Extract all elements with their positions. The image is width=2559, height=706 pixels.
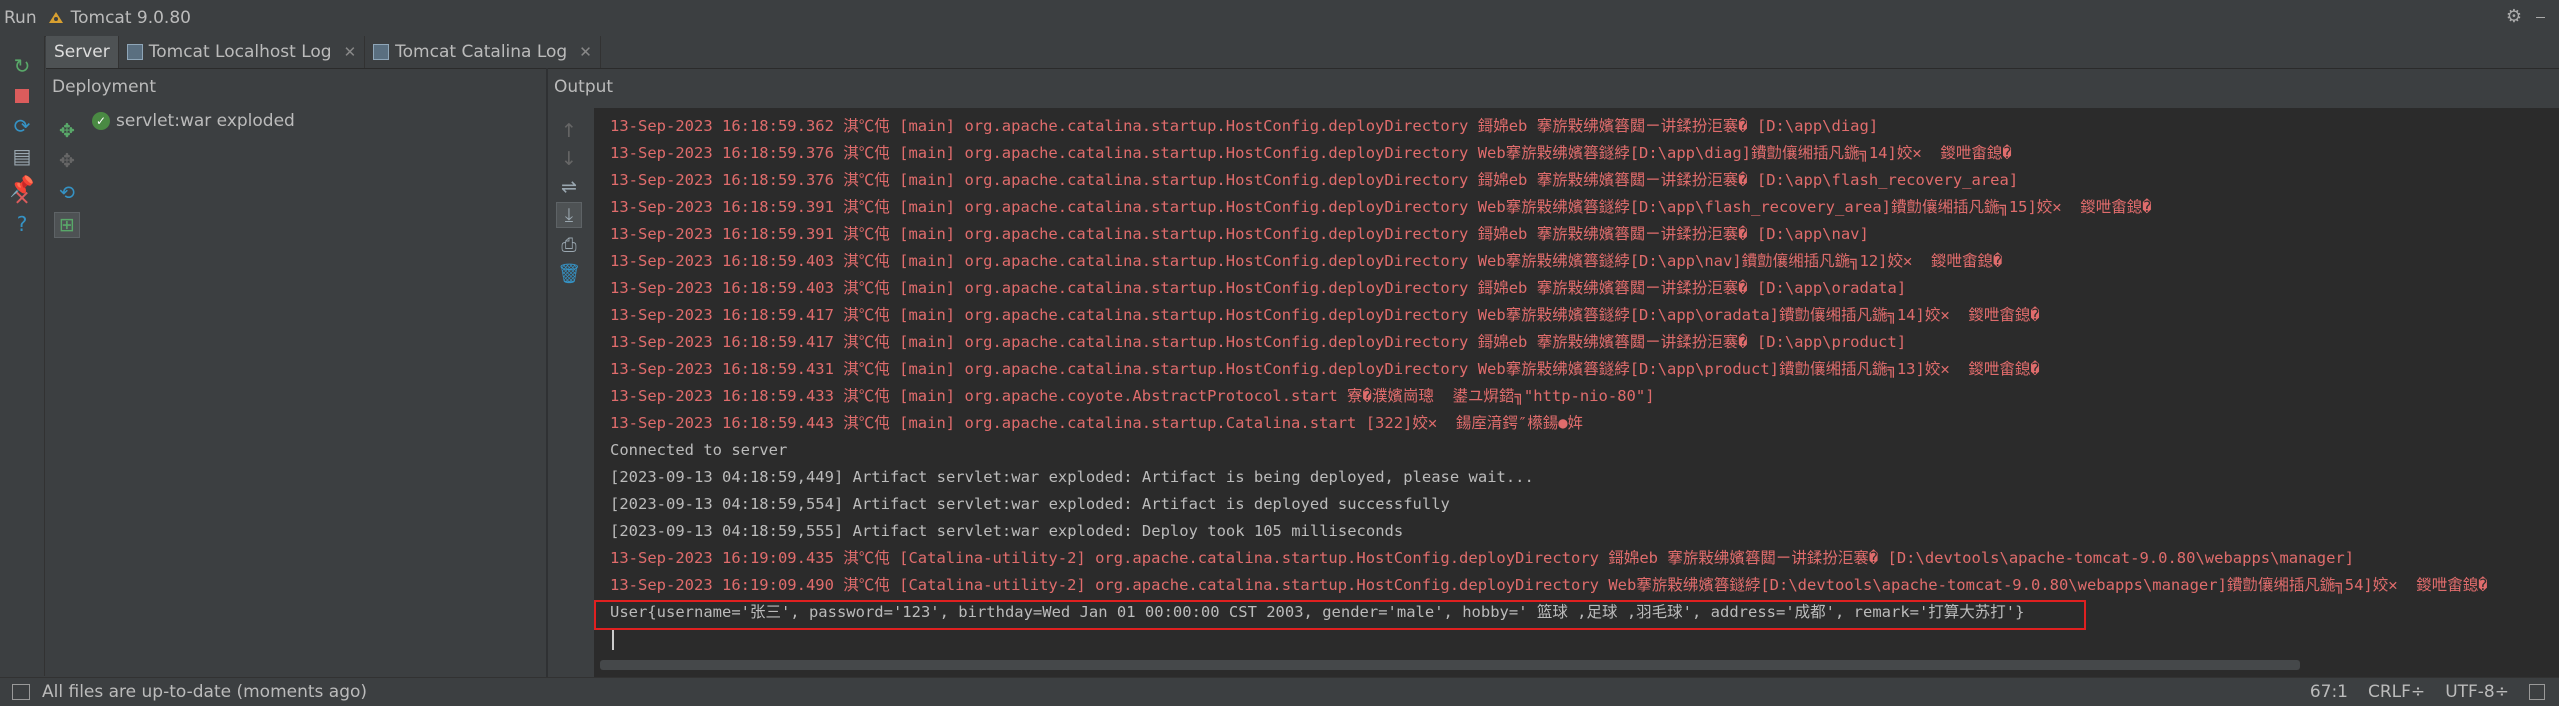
deployment-header: Deployment [46,72,546,102]
run-config-name[interactable]: Tomcat 9.0.80 [71,8,191,28]
line-separator[interactable]: CRLF÷ [2368,682,2425,702]
tab-tomcat-localhost-log[interactable]: Tomcat Localhost Log ✕ [119,36,366,68]
console-line: 13-Sep-2023 16:19:09.435 淇℃伅 [Catalina-u… [610,549,2355,567]
close-icon[interactable]: ✕ [579,43,592,61]
text-caret [612,630,614,650]
run-label: Run [4,8,37,28]
console-line: 13-Sep-2023 16:18:59.391 淇℃伅 [main] org.… [610,198,2152,216]
run-toolbar: Run Tomcat 9.0.80 ⚙ ⎯ [0,0,2559,37]
console-line: [2023-09-13 04:18:59,449] Artifact servl… [610,468,1534,486]
console-line: 13-Sep-2023 16:19:09.490 淇℃伅 [Catalina-u… [610,576,2488,594]
console-line: [2023-09-13 04:18:59,555] Artifact servl… [610,522,1404,540]
rerun-icon[interactable]: ↻ [10,54,34,78]
scroll-up-icon[interactable]: ↑ [556,118,582,144]
clear-all-icon[interactable]: 🗑 [556,260,582,286]
console-line: Connected to server [610,441,788,459]
tomcat-icon [47,9,65,27]
tab-label: Tomcat Catalina Log [395,42,568,62]
file-encoding[interactable]: UTF-8÷ [2445,682,2509,702]
deployment-item[interactable]: ✓ servlet:war exploded [92,111,546,131]
close-icon[interactable]: ✕ [344,43,357,61]
console-line: 13-Sep-2023 16:18:59.417 淇℃伅 [main] org.… [610,333,1907,351]
deploy-settings-icon[interactable]: ⊞ [54,212,80,238]
scroll-down-icon[interactable]: ↓ [556,146,582,172]
deploy-all-icon[interactable]: ✥ [54,118,80,144]
print-icon[interactable]: ⎙ [556,232,582,258]
log-file-icon [126,44,143,60]
deployment-list: ✓ servlet:war exploded [88,108,546,678]
console-line: 13-Sep-2023 16:18:59.403 淇℃伅 [main] org.… [610,279,1907,297]
output-toolbar: ↑ ↓ ⇌ ⤓ ⎙ 🗑 [548,108,592,678]
console-line: 13-Sep-2023 16:18:59.417 淇℃伅 [main] org.… [610,306,2040,324]
status-bar: All files are up-to-date (moments ago) 6… [0,677,2559,706]
update-app-icon[interactable]: ⟳ [10,114,34,138]
tab-tomcat-catalina-log[interactable]: Tomcat Catalina Log ✕ [365,36,601,68]
highlight-annotation [594,600,2086,630]
console-line: 13-Sep-2023 16:18:59.376 淇℃伅 [main] org.… [610,171,2019,189]
minimize-icon[interactable]: ⎯ [2536,6,2545,27]
console-line: [2023-09-13 04:18:59,554] Artifact servl… [610,495,1450,513]
console-line: 13-Sep-2023 16:18:59.376 淇℃伅 [main] org.… [610,144,2012,162]
console-line: 13-Sep-2023 16:18:59.433 淇℃伅 [main] org.… [610,387,1655,405]
run-tabs: Server Tomcat Localhost Log ✕ Tomcat Cat… [46,36,2559,69]
run-tool-strip: ↻ ⟳ ▤ 📌 ✕ ? [0,36,45,676]
tab-server[interactable]: Server [46,36,119,68]
check-circle-icon: ✓ [92,112,110,130]
console-line: 13-Sep-2023 16:18:59.403 淇℃伅 [main] org.… [610,252,2003,270]
console-lines: 13-Sep-2023 16:18:59.362 淇℃伅 [main] org.… [610,113,2559,626]
help-icon[interactable]: ? [10,212,34,236]
log-file-icon [373,44,390,60]
soft-wrap-icon[interactable]: ⇌ [556,174,582,200]
scroll-to-end-icon[interactable]: ⤓ [556,202,582,228]
deployment-toolbar: ✥ ✥ ⟲ ⊞ [46,108,86,678]
console-output[interactable]: 13-Sep-2023 16:18:59.362 淇℃伅 [main] org.… [594,108,2559,678]
lock-icon[interactable] [2529,684,2545,700]
tab-label: Tomcat Localhost Log [148,42,332,62]
deployment-item-label: servlet:war exploded [116,111,295,131]
deployment-title: Deployment [52,77,156,97]
status-window-icon[interactable] [12,684,30,700]
undeploy-icon[interactable]: ✥ [54,148,80,174]
stop-icon[interactable] [10,84,34,108]
cursor-position[interactable]: 67:1 [2310,682,2348,702]
close-icon[interactable]: ✕ [10,186,34,210]
gear-icon[interactable]: ⚙ [2506,6,2522,27]
output-title: Output [554,77,614,97]
console-line: 13-Sep-2023 16:18:59.362 淇℃伅 [main] org.… [610,117,1879,135]
tab-label: Server [54,42,110,62]
console-line: 13-Sep-2023 16:18:59.443 淇℃伅 [main] org.… [610,414,1584,432]
layout-icon[interactable]: ▤ [10,144,34,168]
horizontal-scrollbar[interactable] [600,660,2300,670]
output-header: Output [548,72,2559,102]
refresh-icon[interactable]: ⟲ [54,180,80,206]
status-message: All files are up-to-date (moments ago) [42,682,368,702]
console-line: 13-Sep-2023 16:18:59.391 淇℃伅 [main] org.… [610,225,1869,243]
console-line: 13-Sep-2023 16:18:59.431 淇℃伅 [main] org.… [610,360,2040,378]
